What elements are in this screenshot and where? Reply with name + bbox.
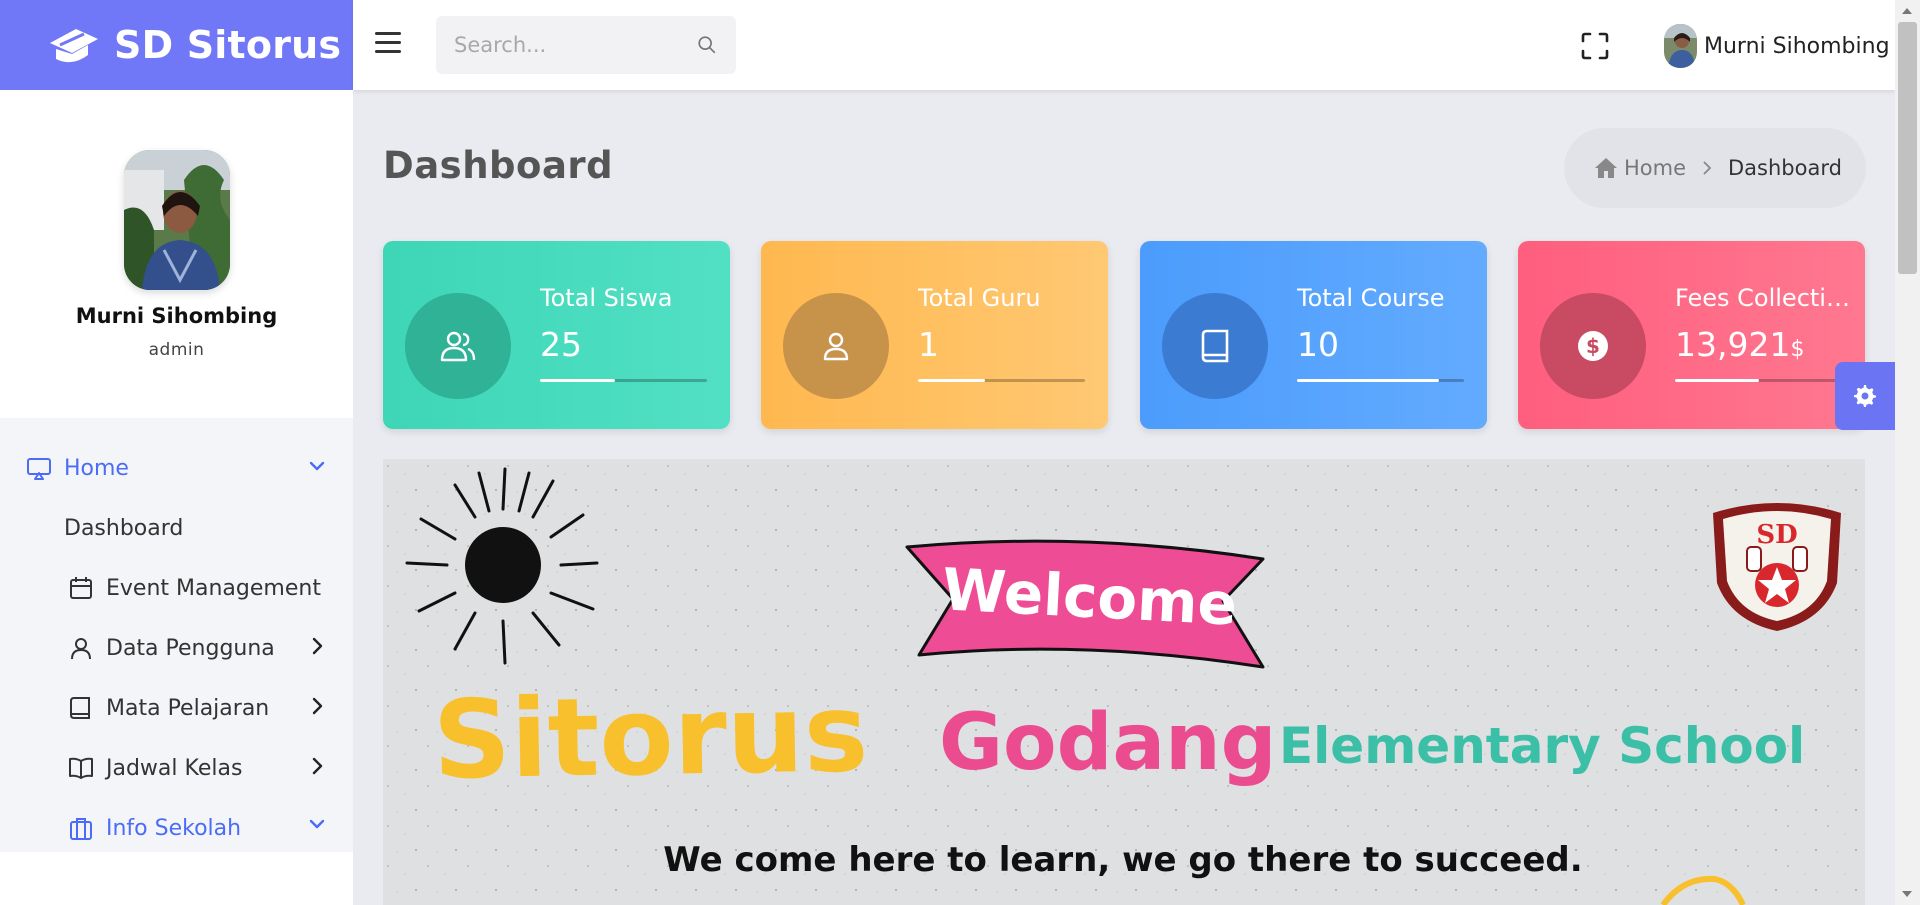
stat-label: Total Course [1297, 284, 1445, 312]
sidebar-item-info-sekolah[interactable]: Info Sekolah [0, 798, 353, 858]
user-name: Murni Sihombing [1704, 33, 1890, 59]
sidebar-item-jadwal-kelas[interactable]: Jadwal Kelas [0, 738, 353, 798]
dollar-icon: $ [1578, 331, 1608, 361]
sidebar-item-label: Home [64, 455, 129, 481]
sidebar-item-event-management[interactable]: Event Management [0, 558, 353, 618]
stat-progress-fill [918, 379, 985, 382]
scroll-thumb[interactable] [1898, 22, 1917, 274]
chevron-right-icon [1703, 161, 1712, 175]
stat-progress-fill [540, 379, 616, 382]
search-input[interactable] [454, 33, 696, 57]
fullscreen-icon[interactable] [1581, 32, 1609, 60]
stat-number: 10 [1297, 325, 1339, 364]
breadcrumb-home-link[interactable]: Home [1594, 156, 1686, 180]
dollar-icon-circle: $ [1540, 293, 1646, 399]
stat-progress-bar [918, 379, 1085, 382]
chevron-right-icon [312, 697, 323, 715]
profile-name: Murni Sihombing [75, 304, 278, 328]
profile-avatar[interactable] [123, 150, 230, 290]
breadcrumb-current: Dashboard [1728, 156, 1842, 180]
book-icon-circle [1162, 293, 1268, 399]
stat-value: 10 [1297, 325, 1339, 364]
stat-unit: $ [1790, 337, 1805, 362]
banner-word-godang: Godang [939, 698, 1276, 788]
stat-progress-fill [1297, 379, 1439, 382]
open-book-icon [69, 757, 93, 779]
sidebar-item-label: Info Sekolah [106, 815, 242, 841]
sidebar-item-label: Event Management [106, 575, 321, 601]
chevron-down-icon [309, 819, 325, 829]
sidebar-menu: Home Dashboard Event Management Data Pen… [0, 418, 353, 858]
avatar [1664, 24, 1697, 68]
stat-number: 25 [540, 325, 582, 364]
sidebar-item-home[interactable]: Home [0, 438, 353, 498]
svg-text:$: $ [1586, 334, 1600, 358]
breadcrumb-home-label: Home [1624, 156, 1687, 180]
profile-role: admin [148, 340, 205, 360]
sidebar-item-label: Dashboard [64, 515, 184, 541]
stat-label: Total Siswa [540, 284, 673, 312]
stat-card-fees-collection[interactable]: $ Fees Collection 13,921$ [1518, 241, 1865, 429]
stat-number: 1 [918, 325, 939, 364]
stat-card-total-course[interactable]: Total Course 10 [1140, 241, 1487, 429]
stat-card-total-siswa[interactable]: Total Siswa 25 [383, 241, 730, 429]
stat-progress-fill [1675, 379, 1759, 382]
sidebar-footer [0, 852, 353, 905]
chevron-right-icon [312, 757, 323, 775]
user-menu[interactable]: Murni Sihombing [1664, 24, 1890, 68]
sidebar: Murni Sihombing admin Home Dashboard Eve… [0, 90, 353, 852]
scroll-down-arrow[interactable] [1902, 891, 1912, 897]
stat-progress-bar [1297, 379, 1464, 382]
sidebar-item-label: Jadwal Kelas [106, 755, 243, 781]
page-title: Dashboard [383, 144, 614, 187]
stat-value: 1 [918, 325, 939, 364]
sidebar-item-mata-pelajaran[interactable]: Mata Pelajaran [0, 678, 353, 738]
stat-value: 25 [540, 325, 582, 364]
stat-value: 13,921$ [1675, 325, 1804, 364]
emblem-text: SD [1756, 520, 1797, 550]
stat-label: Fees Collection [1675, 284, 1850, 312]
user-icon [71, 638, 91, 660]
calendar-icon [70, 577, 92, 599]
breadcrumb: Home Dashboard [1564, 128, 1866, 208]
page-scrollbar[interactable] [1895, 0, 1920, 905]
stat-progress-bar [1675, 379, 1842, 382]
menu-toggle-icon[interactable] [375, 32, 401, 56]
chevron-down-icon [309, 461, 325, 471]
building-icon [70, 818, 92, 840]
users-icon-circle [405, 293, 511, 399]
user-icon [823, 332, 849, 361]
home-icon [1595, 158, 1617, 178]
stat-label: Total Guru [918, 284, 1041, 312]
users-icon [440, 331, 476, 362]
stat-number: 13,921 [1675, 325, 1791, 364]
book-icon [1201, 329, 1229, 363]
stat-progress-bar [540, 379, 707, 382]
banner-tagline: We come here to learn, we go there to su… [663, 840, 1582, 880]
user-icon-circle [783, 293, 889, 399]
scroll-up-arrow[interactable] [1902, 8, 1912, 14]
top-navbar: Murni Sihombing [353, 0, 1895, 90]
profile-panel: Murni Sihombing admin [0, 90, 353, 418]
book-icon [70, 697, 90, 719]
brand-name: SD Sitorus [114, 23, 342, 67]
banner-word-sitorus: Sitorus [432, 671, 869, 804]
search-box[interactable] [436, 16, 736, 74]
gear-icon [1854, 385, 1876, 407]
banner-word-elementary-school: Elementary School [1279, 717, 1805, 775]
sidebar-item-data-pengguna[interactable]: Data Pengguna [0, 618, 353, 678]
welcome-banner: Welcome SD Sitorus Godang Elementary Sch… [383, 459, 1865, 905]
sidebar-item-label: Data Pengguna [106, 635, 275, 661]
welcome-ribbon: Welcome [905, 539, 1265, 669]
chevron-right-icon [312, 637, 323, 655]
sidebar-item-label: Mata Pelajaran [106, 695, 270, 721]
stat-card-total-guru[interactable]: Total Guru 1 [761, 241, 1108, 429]
sidebar-item-dashboard[interactable]: Dashboard [0, 498, 353, 558]
search-icon[interactable] [696, 34, 718, 56]
brand-logo-area[interactable]: SD Sitorus [0, 0, 353, 90]
monitor-icon [27, 458, 51, 480]
theme-settings-button[interactable] [1835, 362, 1895, 430]
school-logo-icon [50, 29, 98, 63]
